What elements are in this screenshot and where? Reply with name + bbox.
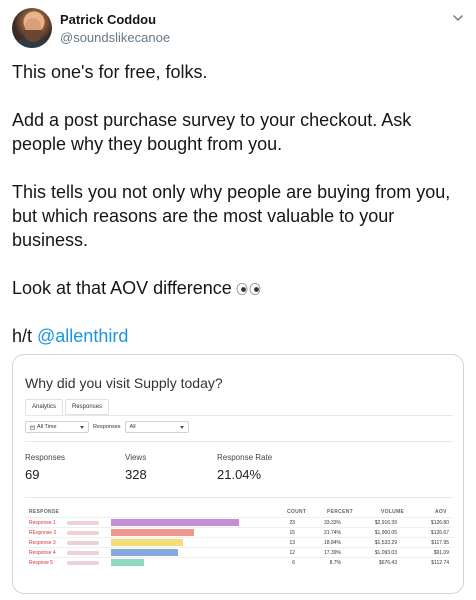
mention-link[interactable]: @allenthird (37, 326, 128, 346)
aov-cell: $91.09 (433, 550, 449, 556)
percent-cell: 33.33% (324, 520, 341, 526)
divider (25, 497, 453, 498)
stat-responses: Responses 69 (25, 453, 65, 482)
volume-cell: $1,533.29 (374, 540, 397, 546)
divider (25, 441, 453, 442)
redacted-text (67, 561, 99, 565)
dropdown-caret-icon (80, 425, 84, 429)
response-label: Response 4 (29, 550, 56, 556)
count-cell: 12 (289, 550, 295, 556)
volume-cell: $1,093.03 (374, 550, 397, 556)
date-filter-value: All Time (37, 424, 57, 430)
count-cell: 6 (292, 560, 295, 566)
table-body: Response 1 23 33.33% $2,916.39 $126.80 REspon… (25, 517, 453, 567)
survey-title: Why did you visit Supply today? (25, 375, 223, 391)
table-row: Respnse 5 6 8.7% $676.43 $112.74 (25, 557, 453, 567)
table-row: Response 4 12 17.39% $1,093.03 $91.09 (25, 547, 453, 557)
header-aov: AOV (435, 509, 447, 515)
stat-views: Views 328 (125, 453, 147, 482)
percent-bar (111, 529, 195, 536)
author-handle[interactable]: @soundslikecanoe (60, 30, 170, 45)
percent-bar (111, 549, 178, 556)
redacted-text (67, 531, 99, 535)
volume-cell: $2,916.39 (374, 520, 397, 526)
percent-cell: 8.7% (329, 560, 341, 566)
tweet-paragraph: Look at that AOV difference (12, 276, 468, 300)
stat-response-rate: Response Rate 21.04% (217, 453, 272, 482)
table-row: Response 3 13 18.84% $1,533.29 $117.95 (25, 537, 453, 547)
attached-image[interactable]: Why did you visit Supply today? Analytic… (12, 354, 464, 594)
responses-filter-value: All (129, 424, 136, 430)
aov-cell: $126.67 (430, 530, 449, 536)
count-cell: 13 (289, 540, 295, 546)
calendar-icon (30, 425, 35, 430)
date-filter: All Time (25, 421, 89, 433)
filters: All Time Responses All (25, 421, 189, 433)
eyes-emoji-icon (236, 283, 261, 296)
percent-cell: 21.74% (324, 530, 341, 536)
aov-cell: $117.95 (431, 540, 449, 546)
hat-tip-prefix: h/t (12, 326, 38, 346)
stat-value: 21.04% (217, 467, 262, 482)
header-percent: PERCENT (327, 509, 353, 515)
aov-cell: $112.74 (431, 560, 449, 566)
dropdown-caret-icon (179, 425, 184, 429)
redacted-text (67, 521, 99, 525)
tweet-paragraph: h/t @allenthird (12, 324, 468, 348)
tweet-text: This one's for free, folks. Add a post p… (12, 60, 468, 348)
stat-label: Response Rate (217, 453, 273, 462)
stat-value: 69 (25, 467, 40, 482)
table-header: RESPONSE COUNT PERCENT VOLUME AOV (25, 507, 453, 517)
responses-filter: All (124, 421, 189, 433)
volume-cell: $1,900.05 (374, 530, 397, 536)
author-avatar[interactable] (12, 8, 52, 48)
percent-bar (111, 559, 145, 566)
table-row: REsponse 2 15 21.74% $1,900.05 $126.67 (25, 527, 453, 537)
stat-label: Views (125, 453, 147, 462)
response-label: Response 1 (29, 520, 56, 526)
stat-value: 328 (125, 467, 147, 482)
tweet-paragraph-text: Look at that AOV difference (12, 278, 232, 298)
tab-divider (25, 415, 453, 416)
tab-responses: Responses (65, 399, 110, 415)
response-table: RESPONSE COUNT PERCENT VOLUME AOV Respon… (25, 507, 453, 567)
survey-tabs: Analytics Responses (25, 399, 110, 415)
chevron-down-icon[interactable] (452, 12, 464, 24)
aov-cell: $126.80 (430, 520, 449, 526)
response-label: Respnse 5 (29, 560, 53, 566)
header-count: COUNT (287, 509, 307, 515)
tab-analytics: Analytics (25, 399, 64, 415)
percent-bar (111, 539, 184, 546)
percent-cell: 17.39% (324, 550, 341, 556)
redacted-text (67, 541, 99, 545)
percent-bar (111, 519, 239, 526)
tweet-paragraph: This tells you not only why people are b… (12, 182, 451, 250)
count-cell: 15 (289, 530, 295, 536)
stat-label: Responses (25, 453, 66, 462)
responses-filter-label: Responses (93, 424, 121, 430)
author-name[interactable]: Patrick Coddou (60, 12, 156, 27)
percent-cell: 18.84% (324, 540, 341, 546)
count-cell: 23 (289, 520, 295, 526)
response-label: Response 3 (29, 540, 56, 546)
header-response: RESPONSE (29, 509, 60, 515)
tweet-paragraph: Add a post purchase survey to your check… (12, 110, 412, 154)
table-row: Response 1 23 33.33% $2,916.39 $126.80 (25, 517, 453, 527)
response-label: REsponse 2 (29, 530, 57, 536)
header-volume: VOLUME (381, 509, 405, 515)
tweet-paragraph: This one's for free, folks. (12, 62, 208, 82)
volume-cell: $676.43 (378, 560, 397, 566)
redacted-text (67, 551, 99, 555)
tweet: Patrick Coddou @soundslikecanoe This one… (0, 0, 476, 600)
